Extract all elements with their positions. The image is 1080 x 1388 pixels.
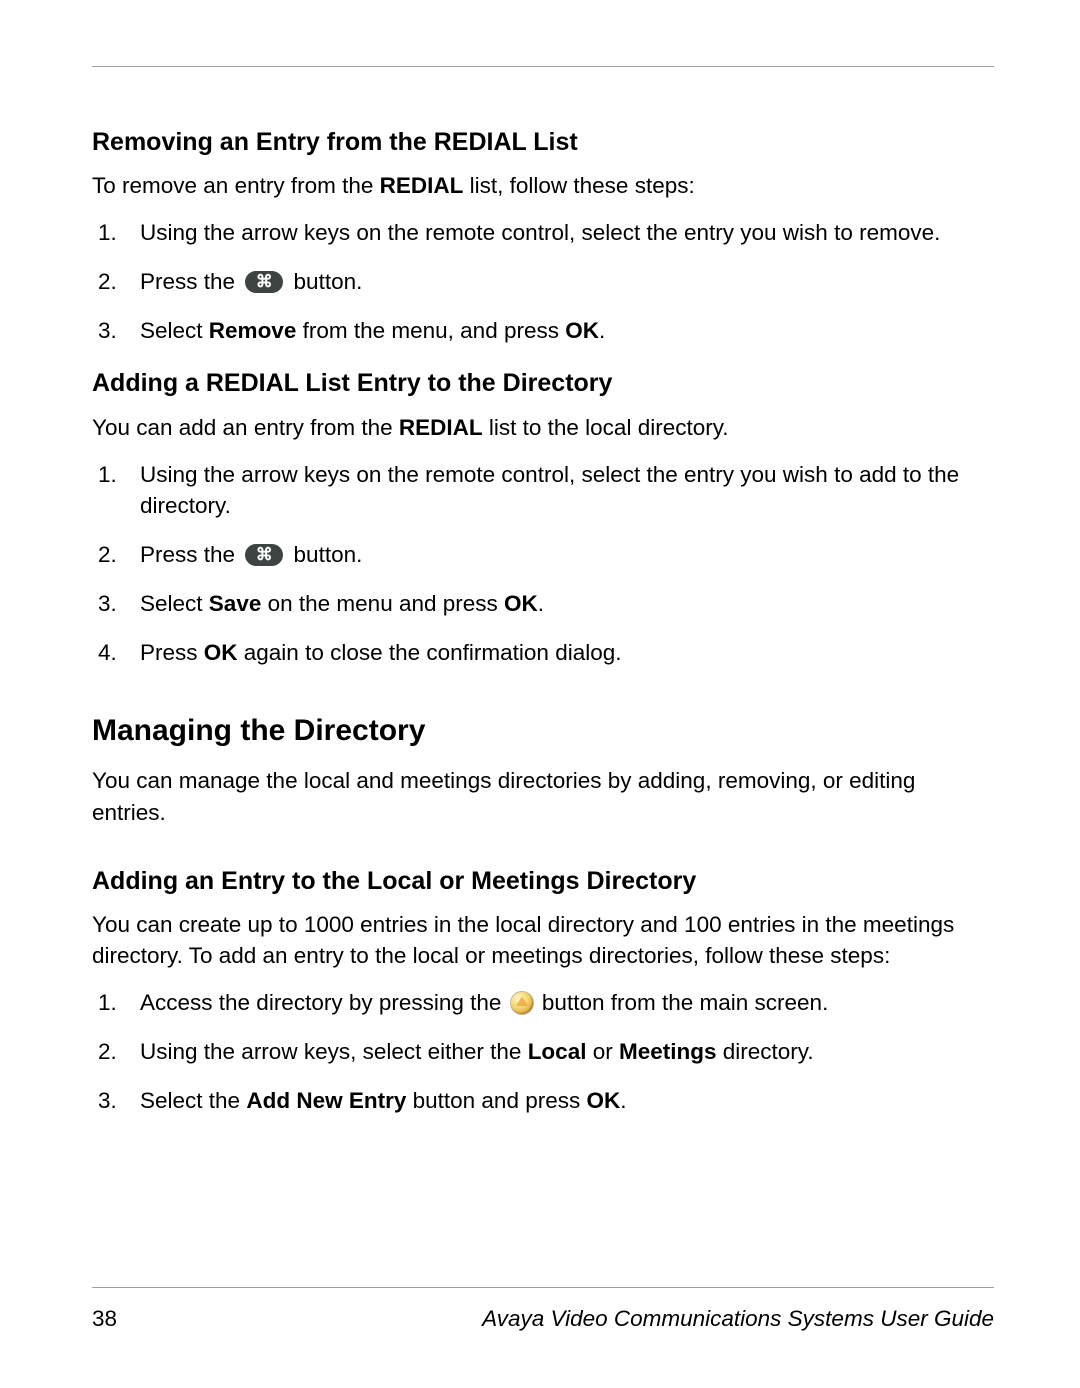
spacer bbox=[92, 844, 994, 866]
text: directory. bbox=[717, 1039, 814, 1064]
command-glyph: ⌘ bbox=[256, 274, 273, 291]
command-glyph: ⌘ bbox=[256, 546, 273, 563]
step-item: Press the ⌘ button. bbox=[92, 539, 994, 570]
footer: 38 Avaya Video Communications Systems Us… bbox=[92, 1306, 994, 1332]
step-item: Select Save on the menu and press OK. bbox=[92, 588, 994, 619]
text: list to the local directory. bbox=[483, 415, 729, 440]
text: . bbox=[620, 1088, 626, 1113]
text: Press bbox=[140, 640, 204, 665]
directory-button-icon bbox=[511, 992, 533, 1014]
spacer bbox=[92, 690, 994, 712]
text-bold: REDIAL bbox=[380, 173, 464, 198]
command-button-icon: ⌘ bbox=[245, 544, 283, 566]
text-bold: Remove bbox=[209, 318, 297, 343]
document-page: Removing an Entry from the REDIAL List T… bbox=[0, 0, 1080, 1388]
heading-adding-local: Adding an Entry to the Local or Meetings… bbox=[92, 866, 994, 897]
steps-removing: Using the arrow keys on the remote contr… bbox=[92, 217, 994, 346]
top-rule bbox=[92, 66, 994, 67]
text: button from the main screen. bbox=[536, 990, 829, 1015]
text: To remove an entry from the bbox=[92, 173, 380, 198]
step-item: Access the directory by pressing the but… bbox=[92, 987, 994, 1018]
text: Select bbox=[140, 318, 209, 343]
text: Using the arrow keys, select either the bbox=[140, 1039, 528, 1064]
page-number: 38 bbox=[92, 1306, 117, 1332]
text: . bbox=[599, 318, 605, 343]
text: You can add an entry from the bbox=[92, 415, 399, 440]
text: Press the bbox=[140, 269, 241, 294]
step-item: Using the arrow keys, select either the … bbox=[92, 1036, 994, 1067]
text-bold: REDIAL bbox=[399, 415, 483, 440]
text-bold: OK bbox=[204, 640, 238, 665]
text: Access the directory by pressing the bbox=[140, 990, 508, 1015]
step-item: Press OK again to close the confirmation… bbox=[92, 637, 994, 668]
bottom-rule bbox=[92, 1287, 994, 1288]
intro-managing: You can manage the local and meetings di… bbox=[92, 765, 994, 827]
command-button-icon: ⌘ bbox=[245, 271, 283, 293]
steps-adding-redial: Using the arrow keys on the remote contr… bbox=[92, 459, 994, 668]
heading-removing-entry: Removing an Entry from the REDIAL List bbox=[92, 127, 994, 158]
text: button and press bbox=[406, 1088, 586, 1113]
step-item: Using the arrow keys on the remote contr… bbox=[92, 459, 994, 521]
step-item: Press the ⌘ button. bbox=[92, 266, 994, 297]
heading-adding-redial: Adding a REDIAL List Entry to the Direct… bbox=[92, 368, 994, 399]
footer-doc-title: Avaya Video Communications Systems User … bbox=[482, 1306, 994, 1332]
text: Select the bbox=[140, 1088, 246, 1113]
text-bold: OK bbox=[565, 318, 599, 343]
intro-adding-redial: You can add an entry from the REDIAL lis… bbox=[92, 412, 994, 443]
steps-adding-local: Access the directory by pressing the but… bbox=[92, 987, 994, 1116]
text: button. bbox=[287, 542, 362, 567]
text-bold: Add New Entry bbox=[246, 1088, 406, 1113]
step-item: Select Remove from the menu, and press O… bbox=[92, 315, 994, 346]
step-item: Select the Add New Entry button and pres… bbox=[92, 1085, 994, 1116]
text: on the menu and press bbox=[261, 591, 504, 616]
text: button. bbox=[287, 269, 362, 294]
text-bold: Local bbox=[528, 1039, 587, 1064]
text: or bbox=[586, 1039, 619, 1064]
text-bold: Save bbox=[209, 591, 262, 616]
text: Press the bbox=[140, 542, 241, 567]
text-bold: OK bbox=[504, 591, 538, 616]
text-bold: Meetings bbox=[619, 1039, 717, 1064]
heading-managing-directory: Managing the Directory bbox=[92, 712, 994, 750]
text: . bbox=[538, 591, 544, 616]
text: again to close the confirmation dialog. bbox=[238, 640, 622, 665]
text: Select bbox=[140, 591, 209, 616]
text: Using the arrow keys on the remote contr… bbox=[140, 462, 959, 518]
intro-adding-local: You can create up to 1000 entries in the… bbox=[92, 909, 994, 971]
text: from the menu, and press bbox=[296, 318, 565, 343]
text: Using the arrow keys on the remote contr… bbox=[140, 220, 940, 245]
intro-removing: To remove an entry from the REDIAL list,… bbox=[92, 170, 994, 201]
text: list, follow these steps: bbox=[463, 173, 694, 198]
text-bold: OK bbox=[586, 1088, 620, 1113]
step-item: Using the arrow keys on the remote contr… bbox=[92, 217, 994, 248]
